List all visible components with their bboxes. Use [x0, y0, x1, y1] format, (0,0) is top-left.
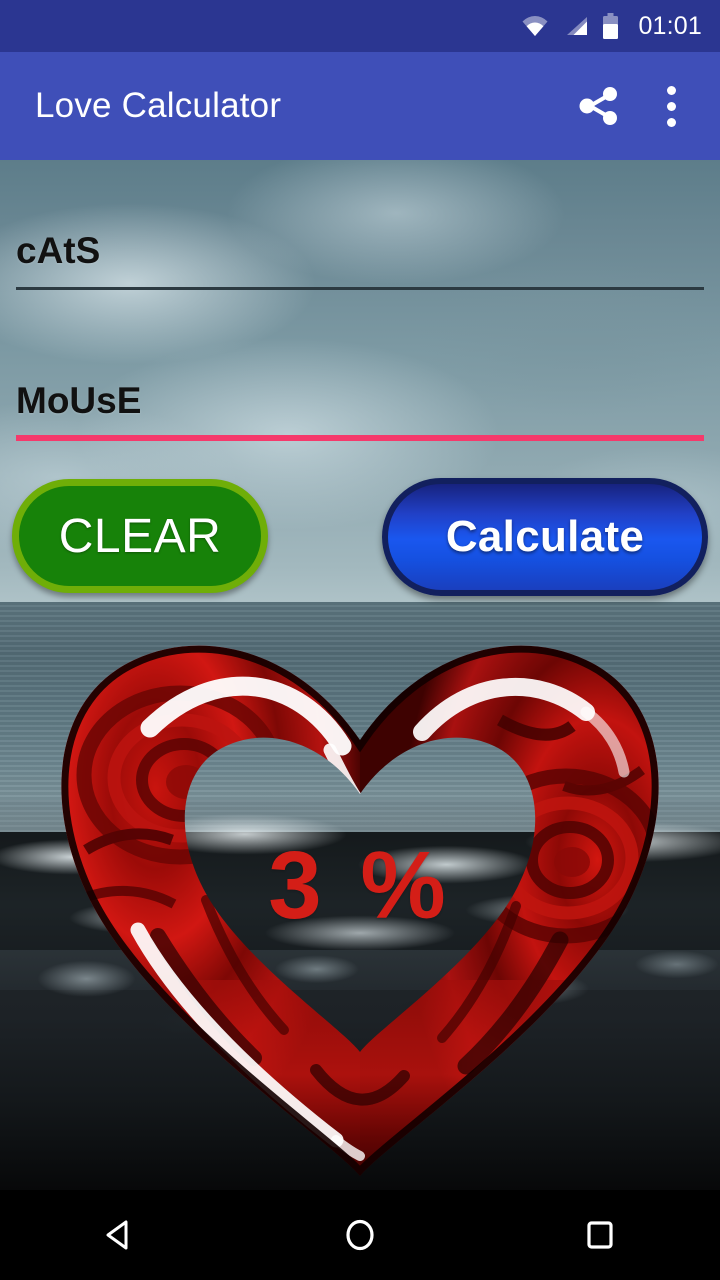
status-bar: 01:01 [0, 0, 720, 52]
second-name-value[interactable]: MoUsE [16, 382, 704, 419]
android-nav-bar [0, 1190, 720, 1280]
clear-button-label: CLEAR [58, 509, 222, 563]
result-percentage: 3 % [268, 832, 452, 939]
wifi-icon [520, 15, 550, 37]
app-bar-actions [568, 75, 720, 137]
nav-home-button[interactable] [300, 1190, 420, 1280]
second-name-underline [16, 435, 704, 441]
app-bar: Love Calculator [0, 52, 720, 160]
overflow-menu-icon[interactable] [644, 75, 698, 137]
status-bar-icons: 01:01 [520, 12, 702, 41]
nav-back-button[interactable] [60, 1190, 180, 1280]
overflow-dot [666, 117, 676, 127]
signal-icon [563, 15, 589, 37]
overflow-dot [666, 101, 676, 111]
nav-recents-button[interactable] [540, 1190, 660, 1280]
page-title: Love Calculator [35, 86, 282, 125]
calculate-button-label: Calculate [445, 512, 645, 561]
battery-icon [602, 13, 619, 39]
calculate-button[interactable]: Calculate [382, 478, 708, 596]
first-name-value[interactable]: cAtS [16, 232, 704, 269]
second-name-input[interactable]: MoUsE [16, 382, 704, 441]
first-name-underline [16, 287, 704, 290]
clear-button[interactable]: CLEAR [12, 479, 268, 593]
phone-screen: 3 % cAtS MoUsE CLEAR Calculate 01:01 Lov… [0, 0, 720, 1280]
status-bar-clock: 01:01 [638, 11, 702, 40]
share-icon[interactable] [568, 75, 630, 137]
overflow-dot [666, 85, 676, 95]
first-name-input[interactable]: cAtS [16, 232, 704, 290]
